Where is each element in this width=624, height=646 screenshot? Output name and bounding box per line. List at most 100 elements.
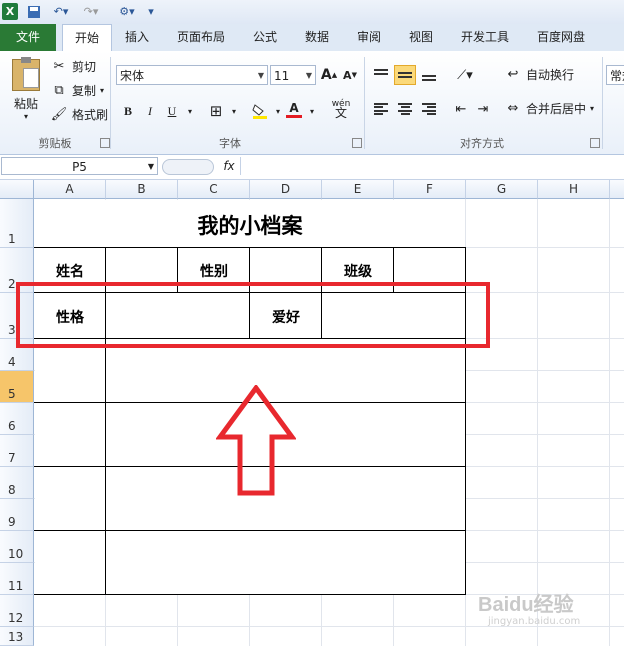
- wrap-text-icon: ↩: [507, 67, 519, 82]
- name-box[interactable]: P5 ▼: [1, 157, 158, 175]
- fill-color-button[interactable]: [250, 101, 270, 121]
- font-color-dropdown-icon[interactable]: ▾: [302, 101, 322, 121]
- tab-review[interactable]: 审阅: [348, 24, 390, 51]
- formula-input[interactable]: [240, 157, 624, 175]
- alignment-launcher-icon[interactable]: [590, 138, 600, 148]
- row-header-9[interactable]: 9: [0, 499, 34, 531]
- table-border: [34, 530, 466, 531]
- tab-view[interactable]: 视图: [400, 24, 442, 51]
- border-icon[interactable]: ⊞: [206, 101, 226, 121]
- cut-button[interactable]: ✂ 剪切: [50, 57, 96, 77]
- cut-label: 剪切: [72, 60, 97, 74]
- tab-home[interactable]: 开始: [62, 24, 112, 53]
- merge-center-button[interactable]: ⇔ 合并后居中 ▾: [504, 99, 594, 119]
- font-launcher-icon[interactable]: [352, 138, 362, 148]
- shrink-font-button[interactable]: A ▼: [340, 65, 360, 85]
- row-header-10[interactable]: 10: [0, 531, 34, 563]
- row-header-11[interactable]: 11: [0, 563, 34, 595]
- column-header-i[interactable]: [610, 180, 624, 199]
- row-header-5[interactable]: 5: [0, 371, 34, 403]
- column-header-f[interactable]: F: [394, 180, 466, 199]
- copy-button[interactable]: ⧉ 复制 ▾: [50, 81, 104, 101]
- quick-access-toolbar: X ↶▾ ↷▾ ⚙▾ ▾: [0, 0, 624, 25]
- column-header-b[interactable]: B: [106, 180, 178, 199]
- worksheet[interactable]: A B C D E F G H 1 2 3 4 5 6 7 8 9 10 11 …: [0, 180, 624, 646]
- watermark-logo: Baidu经验: [478, 594, 574, 616]
- row-number: 5: [8, 387, 16, 401]
- decrease-indent-icon[interactable]: ⇤: [450, 99, 472, 119]
- chevron-down-icon: ▼: [305, 71, 312, 80]
- align-top-button[interactable]: [370, 65, 392, 85]
- format-painter-button[interactable]: 🖌 格式刷: [50, 105, 108, 125]
- column-header-e[interactable]: E: [322, 180, 394, 199]
- orientation-icon[interactable]: ⟋▾: [452, 65, 478, 85]
- alignment-group-label: 对齐方式: [460, 137, 504, 150]
- wrap-text-label: 自动换行: [526, 68, 575, 82]
- gridline: [609, 199, 610, 646]
- row-number: 10: [8, 547, 24, 561]
- row-number: 2: [8, 277, 16, 291]
- tab-data[interactable]: 数据: [296, 24, 338, 51]
- border-dropdown-icon[interactable]: ▾: [224, 101, 244, 121]
- wrap-text-button[interactable]: ↩ 自动换行: [504, 65, 574, 85]
- underline-button[interactable]: U: [162, 101, 182, 121]
- undo-icon[interactable]: ↶▾: [50, 3, 72, 20]
- save-icon[interactable]: [26, 3, 42, 20]
- font-size-select[interactable]: 11 ▼: [270, 65, 316, 85]
- ribbon-tabs: 文件 开始 插入 页面布局 公式 数据 审阅 视图 开发工具 百度网盘: [0, 24, 624, 53]
- tab-developer[interactable]: 开发工具: [452, 24, 518, 51]
- redo-icon[interactable]: ↷▾: [80, 3, 102, 20]
- align-bottom-button[interactable]: [418, 65, 440, 85]
- grow-font-button[interactable]: A ▲: [319, 65, 339, 85]
- font-name-select[interactable]: 宋体 ▼: [116, 65, 268, 85]
- merge-icon: ⇔: [507, 101, 519, 116]
- align-center-button[interactable]: [394, 99, 416, 119]
- font-color-button[interactable]: A: [284, 99, 304, 119]
- qat-more-icon[interactable]: ▾: [146, 3, 156, 20]
- increase-indent-icon[interactable]: ⇥: [472, 99, 494, 119]
- column-header-g[interactable]: G: [466, 180, 538, 199]
- column-header-h[interactable]: H: [538, 180, 610, 199]
- name-box-value: P5: [72, 160, 87, 174]
- label-gender: 性别: [200, 264, 228, 280]
- font-color-swatch: [286, 114, 302, 118]
- underline-dropdown-icon[interactable]: ▾: [180, 101, 200, 121]
- watermark-url: jingyan.baidu.com: [488, 616, 581, 627]
- ribbon: 粘贴 ▾ ✂ 剪切 ⧉ 复制 ▾ 🖌 格式刷 剪贴板 宋体 ▼ 11 ▼ A ▲ …: [0, 51, 624, 155]
- phonetic-button[interactable]: wén 文: [328, 99, 354, 120]
- tab-page-layout[interactable]: 页面布局: [170, 24, 232, 51]
- row-number: 6: [8, 419, 16, 433]
- formula-bar-resize-handle[interactable]: [162, 159, 214, 175]
- clipboard-group-label: 剪贴板: [38, 137, 72, 150]
- formula-bar: P5 ▼ fx: [0, 155, 624, 180]
- customize-icon[interactable]: ⚙▾: [112, 3, 142, 20]
- font-group-label: 字体: [219, 137, 241, 150]
- tab-file[interactable]: 文件: [0, 24, 56, 51]
- tab-insert[interactable]: 插入: [116, 24, 158, 51]
- paste-button[interactable]: 粘贴 ▾: [8, 57, 44, 127]
- column-header-c[interactable]: C: [178, 180, 250, 199]
- tab-formulas[interactable]: 公式: [244, 24, 286, 51]
- row-header-13[interactable]: 13: [0, 627, 34, 646]
- copy-dropdown-icon: ▾: [100, 86, 105, 95]
- brush-icon: 🖌: [50, 107, 68, 122]
- row-number: 13: [8, 630, 24, 644]
- clipboard-launcher-icon[interactable]: [100, 138, 110, 148]
- align-right-button[interactable]: [418, 99, 440, 119]
- insert-function-button[interactable]: fx: [218, 157, 240, 175]
- row-number: 9: [8, 515, 16, 529]
- bold-button[interactable]: B: [118, 101, 138, 121]
- tab-baidu-netdisk[interactable]: 百度网盘: [528, 24, 594, 51]
- row-header-7[interactable]: 7: [0, 435, 34, 467]
- column-header-a[interactable]: A: [34, 180, 106, 199]
- italic-button[interactable]: I: [140, 101, 160, 121]
- select-all-button[interactable]: [0, 180, 34, 199]
- column-header-d[interactable]: D: [250, 180, 322, 199]
- number-format-select[interactable]: 常规: [606, 65, 624, 85]
- row-header-6[interactable]: 6: [0, 403, 34, 435]
- row-header-1[interactable]: 1: [0, 199, 34, 248]
- row-header-12[interactable]: 12: [0, 595, 34, 627]
- align-left-button[interactable]: [370, 99, 392, 119]
- align-middle-button[interactable]: [394, 65, 416, 85]
- row-header-8[interactable]: 8: [0, 467, 34, 499]
